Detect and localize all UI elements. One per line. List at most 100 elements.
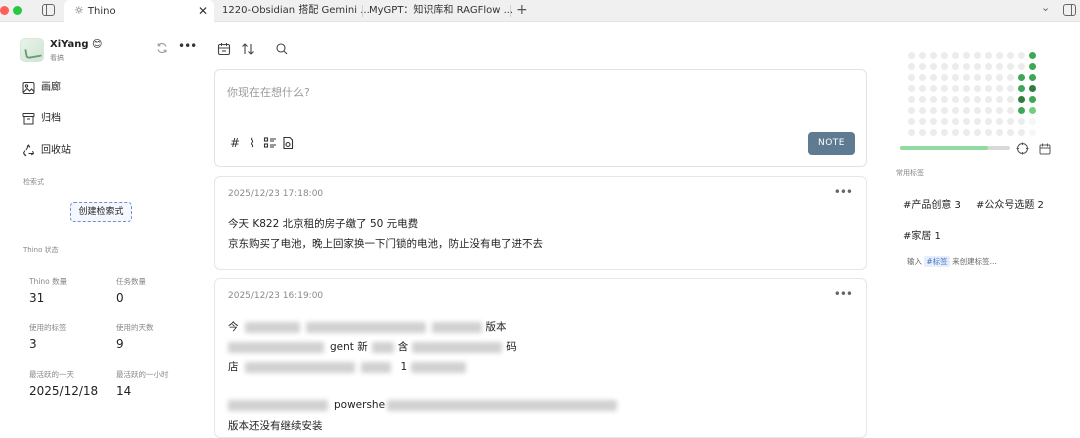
heatmap-cell[interactable] xyxy=(941,74,948,81)
tab-obsidian-gemini[interactable]: 1220-Obsidian 搭配 Gemini ... xyxy=(222,0,370,22)
right-sidebar-toggle-icon[interactable] xyxy=(1063,4,1076,16)
heatmap-cell[interactable] xyxy=(952,52,959,59)
memo-card[interactable]: 2025/12/23 17:18:00 ••• 今天 K822 北京租的房子缴了… xyxy=(214,176,867,270)
heatmap-cell[interactable] xyxy=(941,129,948,136)
heatmap-cell[interactable] xyxy=(985,96,992,103)
heatmap-cell[interactable] xyxy=(930,63,937,70)
heatmap-cell[interactable] xyxy=(908,52,915,59)
heatmap-cell[interactable] xyxy=(1029,96,1036,103)
heatmap-cell[interactable] xyxy=(908,74,915,81)
more-options-icon[interactable]: ••• xyxy=(834,185,853,199)
heatmap-cell[interactable] xyxy=(952,63,959,70)
heatmap-cell[interactable] xyxy=(941,96,948,103)
heatmap-cell[interactable] xyxy=(1029,63,1036,70)
heatmap-cell[interactable] xyxy=(1018,85,1025,92)
heatmap-cell[interactable] xyxy=(930,129,937,136)
sync-icon[interactable] xyxy=(156,42,168,54)
heatmap-cell[interactable] xyxy=(930,107,937,114)
heatmap-cell[interactable] xyxy=(1029,118,1036,125)
heatmap-cell[interactable] xyxy=(1007,85,1014,92)
heatmap-cell[interactable] xyxy=(941,63,948,70)
heatmap-cell[interactable] xyxy=(930,74,937,81)
editor-placeholder[interactable]: 你现在在想什么? xyxy=(227,84,310,100)
heatmap-cell[interactable] xyxy=(930,118,937,125)
tab-thino[interactable]: ☼ Thino ✕ xyxy=(64,0,214,22)
heatmap-cell[interactable] xyxy=(1018,52,1025,59)
heatmap-cell[interactable] xyxy=(919,129,926,136)
heatmap-cell[interactable] xyxy=(963,118,970,125)
heatmap-cell[interactable] xyxy=(963,63,970,70)
heatmap-cell[interactable] xyxy=(952,74,959,81)
heatmap-cell[interactable] xyxy=(1018,74,1025,81)
heatmap-cell[interactable] xyxy=(974,118,981,125)
heatmap-cell[interactable] xyxy=(996,118,1003,125)
more-options-icon[interactable]: ••• xyxy=(178,39,197,53)
heatmap-cell[interactable] xyxy=(1007,107,1014,114)
heatmap-cell[interactable] xyxy=(919,74,926,81)
heatmap-cell[interactable] xyxy=(974,52,981,59)
memo-editor[interactable]: 你现在在想什么? # ⌇ NOTE xyxy=(214,69,867,167)
note-submit-button[interactable]: NOTE xyxy=(808,132,855,155)
heatmap-cell[interactable] xyxy=(908,85,915,92)
target-icon[interactable] xyxy=(1016,142,1029,155)
heatmap-cell[interactable] xyxy=(996,74,1003,81)
heatmap-cell[interactable] xyxy=(1018,118,1025,125)
close-window-button[interactable] xyxy=(0,6,9,15)
heatmap-cell[interactable] xyxy=(1018,63,1025,70)
heatmap-cell[interactable] xyxy=(908,118,915,125)
heatmap-cell[interactable] xyxy=(952,118,959,125)
hashtag-icon[interactable]: # xyxy=(228,136,242,150)
heatmap-cell[interactable] xyxy=(996,63,1003,70)
heatmap-cell[interactable] xyxy=(1007,129,1014,136)
search-icon[interactable] xyxy=(275,42,289,56)
heatmap-cell[interactable] xyxy=(985,129,992,136)
heatmap-cell[interactable] xyxy=(952,107,959,114)
heatmap-cell[interactable] xyxy=(974,63,981,70)
heatmap-cell[interactable] xyxy=(930,96,937,103)
heatmap-cell[interactable] xyxy=(908,96,915,103)
heatmap-cell[interactable] xyxy=(1029,129,1036,136)
heatmap-cell[interactable] xyxy=(985,74,992,81)
heatmap-cell[interactable] xyxy=(930,85,937,92)
heatmap-cell[interactable] xyxy=(952,129,959,136)
heatmap-cell[interactable] xyxy=(1007,74,1014,81)
create-search-button[interactable]: 创建检索式 xyxy=(70,202,132,222)
heatmap-cell[interactable] xyxy=(974,107,981,114)
template-icon[interactable] xyxy=(281,136,295,150)
heatmap-cell[interactable] xyxy=(985,52,992,59)
calendar-icon[interactable] xyxy=(217,42,231,56)
heatmap-cell[interactable] xyxy=(941,107,948,114)
zoom-window-button[interactable] xyxy=(13,6,22,15)
heatmap-cell[interactable] xyxy=(963,74,970,81)
heatmap-cell[interactable] xyxy=(996,52,1003,59)
heatmap-cell[interactable] xyxy=(919,107,926,114)
heatmap-cell[interactable] xyxy=(985,107,992,114)
heatmap-cell[interactable] xyxy=(996,107,1003,114)
left-sidebar-toggle-icon[interactable] xyxy=(42,4,55,16)
heatmap-cell[interactable] xyxy=(1029,107,1036,114)
more-options-icon[interactable]: ••• xyxy=(834,287,853,301)
heatmap-cell[interactable] xyxy=(996,129,1003,136)
heatmap-cell[interactable] xyxy=(1007,96,1014,103)
heatmap-cell[interactable] xyxy=(919,118,926,125)
heatmap-cell[interactable] xyxy=(919,52,926,59)
heatmap-cell[interactable] xyxy=(1029,74,1036,81)
heatmap-cell[interactable] xyxy=(1018,129,1025,136)
heatmap-cell[interactable] xyxy=(963,107,970,114)
heatmap-cell[interactable] xyxy=(1018,96,1025,103)
tab-close-icon[interactable]: ✕ xyxy=(198,0,208,22)
tag-item[interactable]: #家居 1 xyxy=(903,227,941,242)
heatmap-cell[interactable] xyxy=(974,74,981,81)
heatmap-cell[interactable] xyxy=(930,52,937,59)
sort-icon[interactable] xyxy=(241,42,255,56)
heatmap-cell[interactable] xyxy=(1007,118,1014,125)
tag-item[interactable]: #公众号选题 2 xyxy=(976,196,1044,211)
heatmap-cell[interactable] xyxy=(985,63,992,70)
heatmap-cell[interactable] xyxy=(985,118,992,125)
heatmap-cell[interactable] xyxy=(908,107,915,114)
calendar-icon[interactable] xyxy=(1039,143,1051,155)
heatmap-cell[interactable] xyxy=(919,96,926,103)
heatmap-cell[interactable] xyxy=(974,85,981,92)
heatmap-cell[interactable] xyxy=(974,129,981,136)
avatar[interactable] xyxy=(20,38,44,62)
